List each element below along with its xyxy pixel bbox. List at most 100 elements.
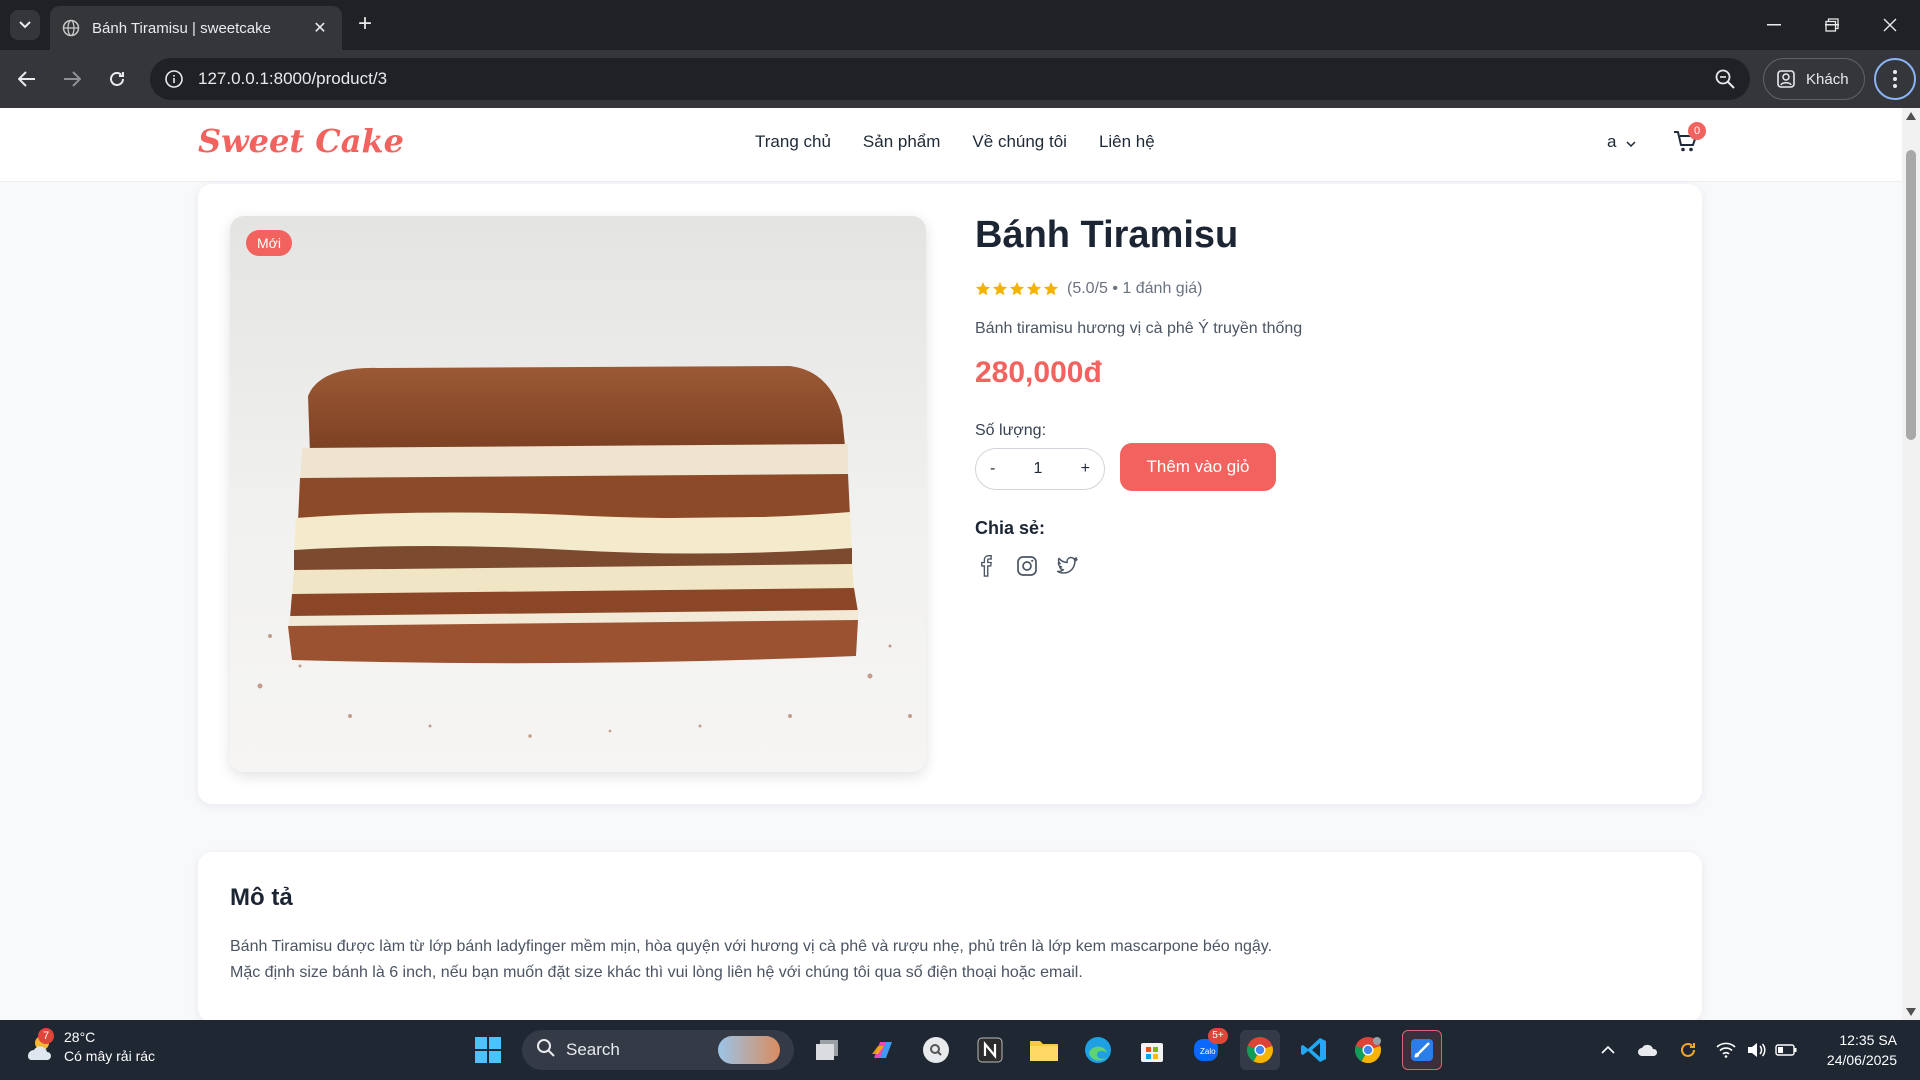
scroll-up-icon[interactable] bbox=[1906, 112, 1916, 120]
scrollbar-thumb[interactable] bbox=[1906, 150, 1916, 440]
address-bar[interactable]: 127.0.0.1:8000/product/3 bbox=[150, 58, 1750, 100]
quantity-label: Số lượng: bbox=[975, 422, 1047, 439]
close-window-icon[interactable] bbox=[1870, 10, 1910, 40]
cart-button[interactable]: 0 bbox=[1672, 122, 1706, 158]
twitter-icon[interactable] bbox=[1055, 554, 1079, 578]
nav-about[interactable]: Về chúng tôi bbox=[972, 132, 1067, 152]
rating-text: (5.0/5 • 1 đánh giá) bbox=[1067, 280, 1203, 297]
nav-home[interactable]: Trang chủ bbox=[755, 132, 831, 152]
new-tab-icon[interactable]: + bbox=[352, 12, 378, 38]
sync-icon[interactable] bbox=[1676, 1038, 1700, 1062]
product-image: Mới bbox=[230, 216, 926, 772]
guest-profile-icon bbox=[1776, 69, 1796, 89]
share-icons bbox=[975, 554, 1079, 578]
cart-icon bbox=[1672, 131, 1698, 158]
partly-cloudy-icon: 7 bbox=[22, 1028, 56, 1064]
wifi-icon[interactable] bbox=[1714, 1038, 1738, 1062]
chrome-profile-icon[interactable] bbox=[1348, 1030, 1388, 1070]
product-short-description: Bánh tiramisu hương vị cà phê Ý truyền t… bbox=[975, 320, 1303, 337]
page-viewport: Sweet Cake Trang chủ Sản phẩm Về chúng t… bbox=[0, 108, 1902, 1020]
nav-contact[interactable]: Liên hệ bbox=[1099, 132, 1155, 152]
microsoft-store-icon[interactable] bbox=[1132, 1030, 1172, 1070]
zalo-icon[interactable]: Zalo 5+ bbox=[1186, 1028, 1228, 1070]
site-header: Sweet Cake Trang chủ Sản phẩm Về chúng t… bbox=[0, 108, 1902, 182]
battery-icon[interactable] bbox=[1774, 1038, 1798, 1062]
profile-label: Khách bbox=[1806, 70, 1849, 88]
minimize-window-icon[interactable] bbox=[1754, 10, 1794, 40]
quantity-input[interactable]: 1 bbox=[1034, 460, 1043, 478]
restore-icon[interactable] bbox=[1812, 10, 1852, 40]
instagram-icon[interactable] bbox=[1015, 554, 1039, 578]
cart-count-badge: 0 bbox=[1688, 122, 1706, 140]
zoom-icon[interactable] bbox=[1714, 68, 1736, 90]
quantity-increase-button[interactable]: + bbox=[1081, 460, 1090, 478]
star-icon bbox=[1043, 282, 1059, 296]
start-windows-icon[interactable] bbox=[468, 1030, 508, 1070]
clock-time: 12:35 SA bbox=[1839, 1032, 1897, 1048]
user-name: a bbox=[1607, 132, 1617, 151]
browser-tab-bar: Bánh Tiramisu | sweetcake ✕ + bbox=[0, 0, 1920, 50]
tiramisu-photo bbox=[230, 216, 926, 772]
reload-icon[interactable] bbox=[102, 64, 132, 94]
globe-icon bbox=[62, 19, 80, 37]
description-title: Mô tả bbox=[230, 884, 293, 911]
weather-condition: Có mây rải rác bbox=[64, 1048, 156, 1064]
url-text: 127.0.0.1:8000/product/3 bbox=[198, 69, 388, 88]
search-icon bbox=[536, 1038, 556, 1063]
volume-icon[interactable] bbox=[1744, 1038, 1768, 1062]
search-label: Search bbox=[566, 1040, 620, 1059]
notion-icon[interactable] bbox=[970, 1030, 1010, 1070]
main-nav: Trang chủ Sản phẩm Về chúng tôi Liên hệ bbox=[755, 132, 1155, 152]
description-line: Bánh Tiramisu được làm từ lớp bánh ladyf… bbox=[230, 938, 1273, 955]
chevron-up-icon[interactable] bbox=[1596, 1038, 1620, 1062]
browser-tab[interactable]: Bánh Tiramisu | sweetcake ✕ bbox=[50, 6, 342, 50]
taskbar-clock[interactable]: 12:35 SA 24/06/2025 bbox=[1805, 1030, 1897, 1070]
close-tab-icon[interactable]: ✕ bbox=[310, 18, 330, 38]
tab-search-chevron-icon[interactable] bbox=[10, 10, 40, 40]
snipping-tool-icon[interactable] bbox=[1402, 1030, 1442, 1070]
page-scrollbar[interactable] bbox=[1902, 108, 1920, 1020]
search-highlight-icon bbox=[718, 1036, 780, 1064]
star-icon bbox=[975, 282, 991, 296]
weather-widget[interactable]: 7 28°C Có mây rải rác bbox=[22, 1028, 155, 1066]
site-info-icon[interactable] bbox=[164, 69, 184, 89]
quantity-stepper: - 1 + bbox=[975, 448, 1105, 490]
nav-products[interactable]: Sản phẩm bbox=[863, 132, 941, 152]
browser-toolbar: 127.0.0.1:8000/product/3 Khách bbox=[0, 50, 1920, 108]
add-to-cart-button[interactable]: Thêm vào giỏ bbox=[1120, 443, 1276, 491]
share-label: Chia sẻ: bbox=[975, 518, 1046, 538]
star-icon bbox=[1026, 282, 1042, 296]
star-icon bbox=[1009, 282, 1025, 296]
edge-icon[interactable] bbox=[1078, 1030, 1118, 1070]
new-badge: Mới bbox=[246, 230, 292, 256]
site-logo[interactable]: Sweet Cake bbox=[198, 122, 404, 160]
task-view-icon[interactable] bbox=[808, 1030, 848, 1070]
weather-alert-badge: 7 bbox=[38, 1028, 54, 1044]
taskbar-search[interactable]: Search bbox=[522, 1030, 794, 1070]
chrome-icon[interactable] bbox=[1240, 1030, 1280, 1070]
product-title: Bánh Tiramisu bbox=[975, 214, 1239, 256]
user-menu[interactable]: a bbox=[1607, 132, 1636, 152]
vscode-icon[interactable] bbox=[1294, 1030, 1334, 1070]
forward-icon[interactable] bbox=[57, 64, 87, 94]
back-icon[interactable] bbox=[12, 64, 42, 94]
temperature: 28°C bbox=[64, 1029, 96, 1045]
product-card: Mới Bánh Tiramisu (5.0/5 • 1 đánh giá) B… bbox=[198, 184, 1702, 804]
scroll-down-icon[interactable] bbox=[1906, 1008, 1916, 1016]
windows-taskbar: 7 28°C Có mây rải rác Search Zalo 5+ 12:… bbox=[0, 1020, 1920, 1080]
file-explorer-icon[interactable] bbox=[1024, 1030, 1064, 1070]
kebab-menu-icon[interactable] bbox=[1874, 58, 1916, 100]
copilot-icon[interactable] bbox=[862, 1030, 902, 1070]
chevron-down-icon bbox=[1626, 132, 1636, 152]
profile-button[interactable]: Khách bbox=[1763, 58, 1865, 100]
clock-date: 24/06/2025 bbox=[1826, 1052, 1897, 1068]
product-price: 280,000đ bbox=[975, 356, 1102, 389]
quantity-decrease-button[interactable]: - bbox=[990, 460, 995, 478]
description-line: Mặc định size bánh là 6 inch, nếu bạn mu… bbox=[230, 964, 1083, 981]
description-card: Mô tả Bánh Tiramisu được làm từ lớp bánh… bbox=[198, 852, 1702, 1020]
rating-stars bbox=[975, 281, 1059, 297]
facebook-icon[interactable] bbox=[975, 554, 999, 578]
onedrive-icon[interactable] bbox=[1636, 1038, 1660, 1062]
product-rating: (5.0/5 • 1 đánh giá) bbox=[975, 280, 1202, 298]
search-app-icon[interactable] bbox=[916, 1030, 956, 1070]
